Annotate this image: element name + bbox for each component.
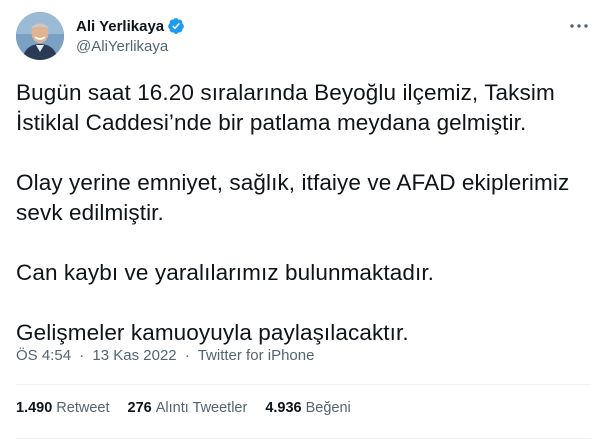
tweet-card: Ali Yerlikaya @AliYerlikaya Bugün saat 1… [0, 0, 607, 447]
meta-separator: · [79, 347, 85, 364]
tweet-date[interactable]: 13 Kas 2022 [92, 347, 176, 364]
author-handle[interactable]: @AliYerlikaya [76, 38, 185, 55]
tweet-paragraph: Olay yerine emniyet, sağlık, itfaiye ve … [16, 170, 570, 225]
quote-stat[interactable]: 276 Alıntı Tweetler [128, 400, 248, 416]
avatar-image [16, 12, 64, 60]
tweet-meta: ÖS 4:54 · 13 Kas 2022 · Twitter for iPho… [16, 347, 314, 364]
quote-label: Alıntı Tweetler [155, 400, 248, 416]
verified-badge-icon [167, 17, 185, 35]
tweet-paragraph: Can kaybı ve yaralılarımız bulunmaktadır… [16, 260, 435, 285]
tweet-stats: 1.490 Retweet 276 Alıntı Tweetler 4.936 … [16, 400, 369, 416]
quote-count: 276 [127, 400, 152, 416]
like-count: 4.936 [265, 400, 302, 416]
like-stat[interactable]: 4.936 Beğeni [265, 400, 350, 416]
display-name[interactable]: Ali Yerlikaya [76, 18, 164, 35]
retweet-count: 1.490 [16, 400, 53, 416]
author-names: Ali Yerlikaya @AliYerlikaya [76, 16, 185, 55]
retweet-label: Retweet [56, 400, 110, 416]
avatar[interactable] [16, 12, 64, 60]
divider [16, 438, 591, 439]
tweet-paragraph: Bugün saat 16.20 sıralarında Beyoğlu ilç… [16, 80, 555, 135]
tweet-paragraph: Gelişmeler kamuoyuyla paylaşılacaktır. [16, 320, 409, 345]
tweet-source[interactable]: Twitter for iPhone [198, 347, 315, 364]
tweet-time[interactable]: ÖS 4:54 [16, 347, 71, 364]
retweet-stat[interactable]: 1.490 Retweet [16, 400, 110, 416]
like-label: Beğeni [305, 400, 351, 416]
display-name-row: Ali Yerlikaya [76, 16, 185, 36]
divider [16, 384, 591, 385]
more-options-icon[interactable] [567, 16, 591, 36]
tweet-header: Ali Yerlikaya @AliYerlikaya [16, 12, 591, 62]
tweet-text: Bugün saat 16.20 sıralarında Beyoğlu ilç… [16, 78, 591, 348]
meta-separator: · [184, 347, 190, 364]
